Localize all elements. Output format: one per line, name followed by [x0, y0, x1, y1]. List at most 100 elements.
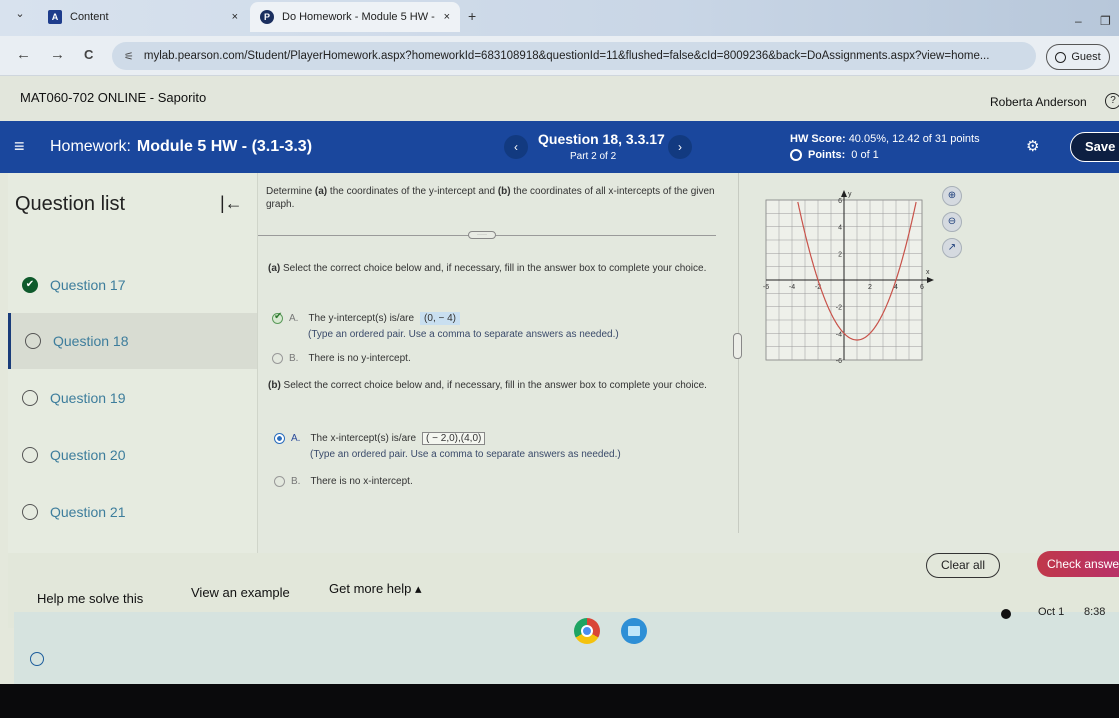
instruction-text: Select the correct choice below and, if … — [280, 380, 707, 391]
correct-check-radio-icon[interactable] — [272, 311, 283, 324]
question-label: Question 19 — [50, 390, 126, 406]
question-list-item[interactable]: Question 21 — [8, 484, 257, 540]
close-tab-icon[interactable]: × — [444, 11, 450, 23]
part-a-choice-b[interactable]: B. There is no y-intercept. — [272, 353, 411, 364]
address-bar[interactable]: ⚟ mylab.pearson.com/Student/PlayerHomewo… — [112, 42, 1036, 70]
menu-icon[interactable]: ≡ — [14, 136, 25, 157]
splitter-handle[interactable] — [733, 333, 742, 359]
divider-handle[interactable]: ····· — [468, 231, 496, 239]
clear-all-button[interactable]: Clear all — [926, 553, 1000, 578]
get-more-help-button[interactable]: Get more help ▴ — [329, 581, 422, 597]
x-intercept-answer-box[interactable]: ( − 2,0),(4,0) — [422, 432, 486, 445]
choice-letter: B. — [289, 353, 299, 364]
part-b-choice-b[interactable]: B. There is no x-intercept. — [274, 476, 413, 487]
question-list-item[interactable]: Question 22 — [8, 535, 257, 553]
help-me-solve-button[interactable]: Help me solve this — [37, 591, 143, 606]
radio-icon[interactable] — [274, 476, 285, 487]
question-list-item[interactable]: ✔ Question 17 — [8, 257, 257, 313]
hw-score: HW Score: 40.05%, 12.42 of 31 points — [790, 133, 980, 145]
course-title: MAT060-702 ONLINE - Saporito — [20, 90, 207, 105]
part-b-choice-a[interactable]: A. The x-intercept(s) is/are ( − 2,0),(4… — [274, 432, 486, 445]
points-status-icon — [790, 149, 802, 161]
url-text: mylab.pearson.com/Student/PlayerHomework… — [143, 50, 990, 62]
x-axis-arrow — [927, 277, 934, 283]
previous-question-button[interactable]: ‹ — [504, 135, 528, 159]
choice-text: There is no y-intercept. — [308, 353, 411, 364]
y-tick-label: -2 — [836, 305, 842, 312]
question-list-item[interactable]: Question 20 — [8, 427, 257, 483]
restore-icon[interactable]: ❐ — [1100, 14, 1111, 28]
popout-icon[interactable]: ↗ — [942, 238, 962, 258]
minimize-icon[interactable]: – — [1075, 14, 1082, 28]
prompt-part-a: (a) — [314, 186, 328, 197]
forward-icon[interactable]: → — [50, 46, 65, 63]
selected-radio-icon[interactable] — [274, 433, 285, 444]
view-example-button[interactable]: View an example — [191, 585, 290, 600]
zoom-out-icon[interactable]: ⊖ — [942, 212, 962, 232]
hw-score-value: 40.05%, 12.42 of 31 points — [848, 133, 980, 145]
question-list-panel: Question list |← ✔ Question 17 Question … — [8, 173, 258, 553]
user-name[interactable]: Roberta Anderson — [990, 95, 1087, 109]
x-axis-label: x — [926, 269, 930, 276]
question-part: Part 2 of 2 — [570, 151, 617, 162]
part-a-instruction: (a) Select the correct choice below and,… — [268, 262, 708, 275]
y-tick-label: -6 — [836, 358, 842, 365]
pearson-favicon-icon: P — [260, 10, 274, 24]
parabola-graph: xy-6 -4 -2 2 4 6642-2-4-6 — [763, 190, 934, 365]
open-circle-icon — [22, 504, 38, 520]
tray-time[interactable]: 8:38 — [1084, 606, 1105, 618]
files-icon[interactable] — [621, 618, 647, 644]
reload-icon[interactable]: C — [84, 47, 93, 62]
back-icon[interactable]: ← — [16, 46, 31, 63]
question-label: Question 21 — [50, 504, 126, 520]
profile-label: Guest — [1071, 51, 1101, 63]
y-intercept-answer-box[interactable]: (0, − 4) — [420, 312, 461, 325]
part-b-instruction: (b) Select the correct choice below and,… — [268, 379, 708, 392]
status-tray-icon[interactable] — [1001, 609, 1011, 619]
y-tick-label: 2 — [838, 251, 842, 258]
choice-text: There is no x-intercept. — [310, 476, 413, 487]
tab-content[interactable]: A Content × — [38, 2, 248, 32]
points: Points: 0 of 1 — [790, 149, 879, 161]
open-circle-icon — [22, 390, 38, 406]
new-tab-button[interactable]: + — [468, 8, 476, 24]
question-list-item[interactable]: Question 19 — [8, 370, 257, 426]
zoom-in-icon[interactable]: ⊕ — [942, 186, 962, 206]
y-tick-label: 4 — [838, 225, 842, 232]
choice-letter: A. — [289, 313, 299, 324]
chrome-icon[interactable] — [574, 618, 600, 644]
question-prompt: Determine (a) the coordinates of the y-i… — [266, 186, 716, 211]
check-circle-icon: ✔ — [22, 277, 38, 293]
help-icon[interactable]: ? — [1105, 93, 1119, 109]
gear-icon[interactable]: ⚙ — [1026, 137, 1039, 155]
question-area: Determine (a) the coordinates of the y-i… — [258, 173, 1119, 553]
profile-button[interactable]: Guest — [1046, 44, 1110, 70]
y-tick-label: -4 — [836, 331, 842, 338]
part-b-label: (b) — [268, 380, 281, 391]
prompt-text: the coordinates of the y-intercept and — [327, 186, 498, 197]
tray-date[interactable]: Oct 1 — [1038, 606, 1064, 618]
choice-letter: A. — [291, 433, 301, 444]
choice-text: The y-intercept(s) is/are — [308, 313, 415, 324]
site-info-icon[interactable]: ⚟ — [124, 50, 134, 63]
save-button[interactable]: Save — [1070, 132, 1119, 162]
points-value: 0 of 1 — [851, 149, 879, 161]
tab-search-icon[interactable]: ⌄ — [8, 4, 32, 24]
prompt-part-b: (b) — [497, 186, 511, 197]
question-label: Question 18 — [53, 333, 129, 349]
close-tab-icon[interactable]: × — [232, 11, 238, 23]
homework-label: Homework: — [50, 138, 131, 155]
collapse-panel-icon[interactable]: |← — [220, 193, 243, 214]
screen: ⌄ A Content × P Do Homework - Module 5 H… — [0, 0, 1119, 684]
part-a-label: (a) — [268, 263, 281, 274]
question-list-item[interactable]: Question 18 — [8, 313, 257, 369]
open-circle-icon — [22, 447, 38, 463]
part-a-choice-a[interactable]: A. The y-intercept(s) is/are (0, − 4) — [272, 311, 461, 325]
next-question-button[interactable]: › — [668, 135, 692, 159]
y-axis-label: y — [848, 191, 852, 198]
check-answer-button[interactable]: Check answer — [1037, 551, 1119, 577]
tab-do-homework[interactable]: P Do Homework - Module 5 HW - × — [250, 2, 460, 32]
radio-icon[interactable] — [272, 353, 283, 364]
launcher-icon[interactable] — [30, 652, 44, 666]
browser-tab-strip: ⌄ A Content × P Do Homework - Module 5 H… — [0, 0, 1119, 36]
